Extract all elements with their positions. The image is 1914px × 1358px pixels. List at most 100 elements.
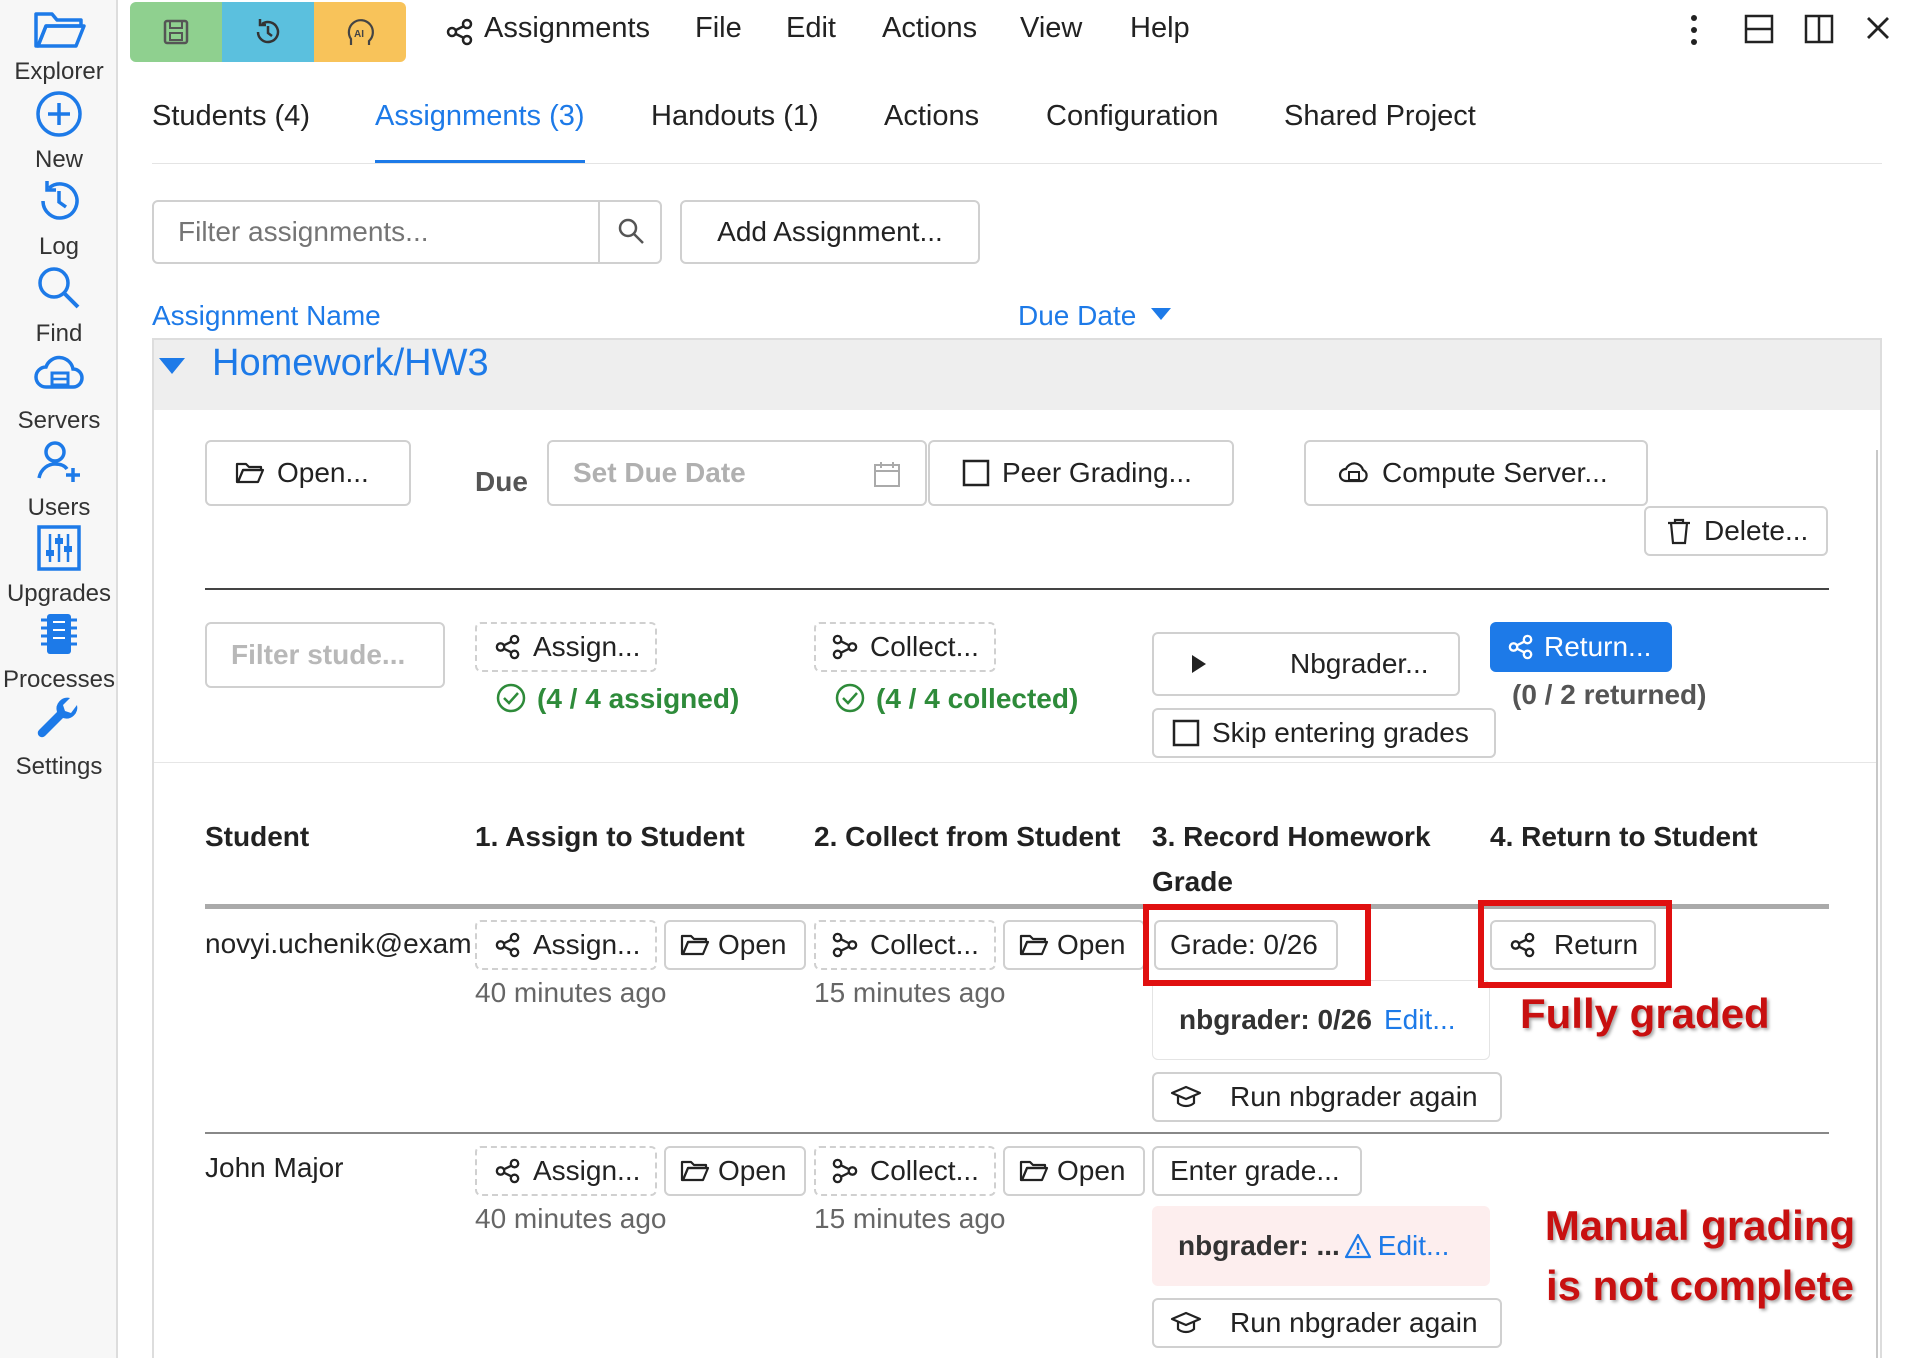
sidebar-item-label: Processes <box>2 666 116 693</box>
sidebar-item-servers[interactable]: Servers <box>0 349 118 435</box>
column-due-date[interactable]: Due Date <box>1018 300 1136 332</box>
open-assigned-button[interactable]: Open <box>664 1146 806 1196</box>
save-icon <box>163 19 189 45</box>
assign-time: 40 minutes ago <box>475 1203 667 1234</box>
peer-grading-button[interactable]: Peer Grading... <box>928 440 1234 506</box>
tab-handouts[interactable]: Handouts (1) <box>651 100 819 133</box>
caret-down-icon[interactable] <box>158 356 186 376</box>
assign-button[interactable]: Assign... <box>475 1146 657 1196</box>
header-return: 4. Return to Student <box>1490 821 1758 852</box>
filter-students-input[interactable]: Filter stude... <box>205 622 445 688</box>
student-name: John Major <box>205 1152 344 1183</box>
tab-configuration[interactable]: Configuration <box>1046 100 1219 133</box>
filter-assignments-input[interactable] <box>154 202 598 262</box>
collect-time: 15 minutes ago <box>814 977 1006 1008</box>
ai-button[interactable]: AI <box>314 2 406 62</box>
play-icon <box>1192 655 1206 673</box>
calendar-icon <box>874 462 900 487</box>
menu-actions[interactable]: Actions <box>882 12 977 45</box>
open-assigned-button[interactable]: Open <box>664 920 806 970</box>
menu-help[interactable]: Help <box>1130 12 1190 45</box>
sidebar-item-upgrades[interactable]: Upgrades <box>0 522 118 608</box>
enter-grade-button[interactable]: Enter grade... <box>1152 1146 1362 1196</box>
assignment-name[interactable]: Homework/HW3 <box>212 342 489 385</box>
top-bar: AI Assignments File Edit Actions View He… <box>118 0 1914 66</box>
collect-icon <box>832 1158 858 1184</box>
chip-icon <box>41 614 77 654</box>
annotation-fully-graded: Fully graded <box>1520 990 1770 1037</box>
due-date-picker[interactable]: Set Due Date <box>547 440 927 506</box>
sidebar-item-explorer[interactable]: Explorer <box>0 8 118 86</box>
delete-label: Delete... <box>1704 515 1809 546</box>
tab-actions[interactable]: Actions <box>884 100 979 133</box>
share-icon <box>446 18 473 46</box>
run-nbgrader-again-button[interactable]: Run nbgrader again <box>1152 1298 1502 1348</box>
checkbox-icon <box>1172 719 1200 747</box>
sidebar-item-users[interactable]: Users <box>0 436 118 522</box>
enter-grade-label: Enter grade... <box>1170 1155 1340 1186</box>
menu-view[interactable]: View <box>1020 12 1082 45</box>
open-collected-button[interactable]: Open <box>1003 920 1145 970</box>
collect-all-button[interactable]: Collect... <box>814 622 996 672</box>
nbgrader-button[interactable]: Nbgrader... <box>1152 632 1460 696</box>
save-button[interactable] <box>130 2 222 62</box>
cloud-server-icon <box>34 355 84 389</box>
sidebar-item-log[interactable]: Log <box>0 175 118 261</box>
graduation-cap-icon <box>1170 1311 1202 1334</box>
sidebar-item-processes[interactable]: Processes <box>0 608 118 694</box>
tab-shared-project[interactable]: Shared Project <box>1284 100 1476 133</box>
ai-head-icon: AI <box>347 19 374 45</box>
assign-all-button[interactable]: Assign... <box>475 622 657 672</box>
tab-students[interactable]: Students (4) <box>152 100 310 133</box>
sidebar-item-find[interactable]: Find <box>0 262 118 348</box>
sidebar-item-new[interactable]: New <box>0 88 118 174</box>
open-label: Open... <box>277 457 369 488</box>
search-icon[interactable] <box>616 216 646 246</box>
more-vertical-icon[interactable] <box>1688 12 1700 48</box>
close-icon[interactable] <box>1864 14 1892 42</box>
sidebar-item-label: New <box>34 146 83 173</box>
row-divider <box>205 1132 1829 1134</box>
return-all-button[interactable]: Return... <box>1490 622 1672 672</box>
delete-assignment-button[interactable]: Delete... <box>1644 506 1828 556</box>
skip-grades-checkbox[interactable]: Skip entering grades <box>1152 708 1496 758</box>
page-title: Assignments <box>484 12 651 44</box>
section-divider <box>205 588 1829 590</box>
warning-icon <box>1344 1233 1371 1259</box>
filter-separator <box>598 202 600 262</box>
split-vertical-icon[interactable] <box>1804 14 1834 44</box>
assign-button[interactable]: Assign... <box>475 920 657 970</box>
sidebar-item-settings[interactable]: Settings <box>0 695 118 781</box>
open-label: Open <box>1057 929 1126 960</box>
peer-grading-label: Peer Grading... <box>1002 457 1192 488</box>
menu-file[interactable]: File <box>695 12 742 45</box>
collect-button[interactable]: Collect... <box>814 920 996 970</box>
share-icon <box>1508 634 1533 660</box>
open-collected-button[interactable]: Open <box>1003 1146 1145 1196</box>
nbgrader-score-panel: nbgrader: 0/26 Edit... <box>1152 980 1490 1060</box>
edit-grade-link[interactable]: Edit... <box>1384 1004 1456 1036</box>
history-icon <box>256 19 280 44</box>
sort-down-icon[interactable] <box>1150 306 1172 322</box>
column-assignment-name[interactable]: Assignment Name <box>152 300 381 332</box>
header-record: 3. Record Homework <box>1152 821 1431 852</box>
history-button[interactable] <box>222 2 314 62</box>
menu-edit[interactable]: Edit <box>786 12 836 45</box>
check-circle-icon <box>835 683 865 713</box>
collect-button[interactable]: Collect... <box>814 1146 996 1196</box>
return-all-label: Return... <box>1544 631 1652 662</box>
run-again-label: Run nbgrader again <box>1230 1307 1478 1338</box>
sidebar: Explorer New Log Find Servers Users Upgr… <box>0 0 118 1358</box>
add-assignment-button[interactable]: Add Assignment... <box>680 200 980 264</box>
run-nbgrader-again-button[interactable]: Run nbgrader again <box>1152 1072 1502 1122</box>
nbgrader-warning-panel: nbgrader: ... Edit... <box>1152 1206 1490 1286</box>
compute-server-button[interactable]: Compute Server... <box>1304 440 1648 506</box>
split-horizontal-icon[interactable] <box>1744 14 1774 44</box>
tab-assignments[interactable]: Assignments (3) <box>375 100 585 133</box>
open-assignment-button[interactable]: Open... <box>205 440 411 506</box>
sidebar-item-label: Log <box>38 233 80 260</box>
due-date-placeholder: Set Due Date <box>573 457 746 488</box>
edit-grade-link[interactable]: Edit... <box>1378 1230 1450 1262</box>
sidebar-item-label: Explorer <box>14 58 104 85</box>
checkbox-icon <box>962 459 990 487</box>
